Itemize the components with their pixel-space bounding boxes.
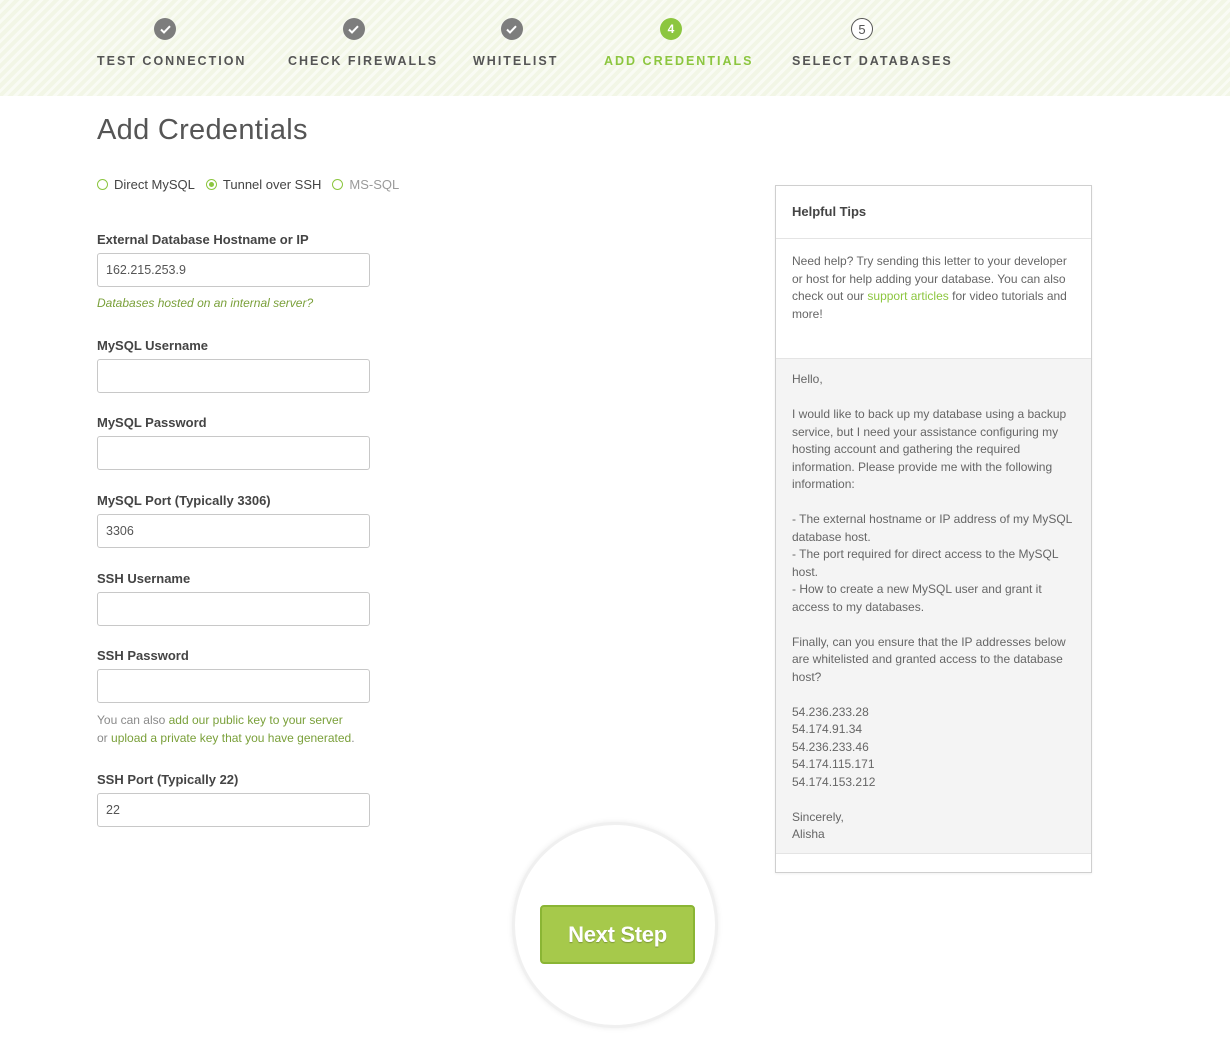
- step-number-badge: 4: [660, 18, 682, 40]
- hint-text: or: [97, 731, 108, 745]
- checkmark-icon: [342, 18, 365, 40]
- ssh-username-input[interactable]: [97, 592, 370, 626]
- connection-type-radio-group: Direct MySQL Tunnel over SSH MS-SQL: [97, 177, 410, 192]
- hint-text: .: [351, 731, 355, 745]
- mysql-username-input[interactable]: [97, 359, 370, 393]
- progress-stepper: TEST CONNECTION CHECK FIREWALLS WHITELIS…: [0, 0, 1230, 96]
- letter-signoff: Sincerely,: [792, 809, 844, 824]
- add-public-key-link[interactable]: add our public key to your server: [169, 713, 343, 727]
- ip-address-list: 54.236.233.28 54.174.91.34 54.236.233.46…: [792, 704, 1075, 792]
- mysql-password-input[interactable]: [97, 436, 370, 470]
- step-label: WHITELIST: [473, 54, 559, 68]
- ssh-key-hint: You can also add our public key to your …: [97, 711, 355, 747]
- letter-bullet: - The external hostname or IP address of…: [792, 512, 1072, 544]
- checkmark-icon: [500, 18, 523, 40]
- letter-closing-request: Finally, can you ensure that the IP addr…: [792, 634, 1066, 684]
- step-label: ADD CREDENTIALS: [604, 54, 754, 68]
- tips-intro: Need help? Try sending this letter to yo…: [776, 239, 1091, 358]
- checkmark-icon: [154, 18, 176, 40]
- hint-text: You can also: [97, 713, 166, 727]
- ip-address: 54.236.233.28: [792, 704, 869, 719]
- ssh-password-label: SSH Password: [97, 648, 189, 663]
- step-test-connection[interactable]: TEST CONNECTION: [97, 18, 247, 68]
- radio-ms-sql[interactable]: MS-SQL: [332, 177, 399, 192]
- step-label: TEST CONNECTION: [97, 54, 247, 68]
- letter-signature: Alisha: [792, 827, 825, 841]
- hostname-input[interactable]: [97, 253, 370, 287]
- radio-direct-mysql[interactable]: Direct MySQL: [97, 177, 195, 192]
- internal-server-link[interactable]: Databases hosted on an internal server?: [97, 294, 313, 312]
- ip-address: 54.174.91.34: [792, 722, 863, 736]
- radio-label: Tunnel over SSH: [222, 177, 322, 192]
- step-label: CHECK FIREWALLS: [288, 54, 439, 68]
- helpful-tips-panel: Helpful Tips Need help? Try sending this…: [775, 185, 1092, 873]
- ssh-username-label: SSH Username: [97, 571, 191, 586]
- support-articles-link[interactable]: support articles: [867, 289, 948, 303]
- step-label: SELECT DATABASES: [792, 54, 953, 68]
- letter-bullet: - The port required for direct access to…: [792, 547, 1059, 579]
- ssh-port-input[interactable]: [97, 793, 370, 827]
- mysql-port-input[interactable]: [97, 514, 370, 548]
- page-title: Add Credentials: [97, 114, 308, 146]
- ssh-password-input[interactable]: [97, 669, 370, 703]
- hostname-label: External Database Hostname or IP: [97, 232, 309, 247]
- mysql-password-label: MySQL Password: [97, 415, 207, 430]
- radio-label: Direct MySQL: [114, 177, 195, 192]
- letter-bullet: - How to create a new MySQL user and gra…: [792, 582, 1042, 614]
- mysql-username-label: MySQL Username: [97, 338, 209, 353]
- step-check-firewalls[interactable]: CHECK FIREWALLS: [288, 18, 439, 68]
- ip-address: 54.174.115.171: [792, 757, 875, 771]
- mysql-port-label: MySQL Port (Typically 3306): [97, 493, 271, 508]
- next-step-button[interactable]: Next Step: [540, 905, 695, 964]
- tips-title: Helpful Tips: [776, 186, 1091, 239]
- step-whitelist[interactable]: WHITELIST: [473, 18, 559, 68]
- upload-private-key-link[interactable]: upload a private key that you have gener…: [111, 731, 351, 745]
- radio-circle-icon[interactable]: [332, 179, 344, 190]
- ip-address: 54.174.153.212: [792, 774, 876, 789]
- developer-letter: Hello, I would like to back up my databa…: [776, 358, 1091, 854]
- step-number-badge: 5: [851, 18, 873, 40]
- radio-circle-icon[interactable]: [205, 179, 217, 190]
- letter-body: I would like to back up my database usin…: [792, 407, 1067, 491]
- ip-address: 54.236.233.46: [792, 739, 869, 754]
- step-select-databases: 5 SELECT DATABASES: [792, 18, 953, 68]
- radio-label: MS-SQL: [349, 177, 400, 192]
- radio-circle-icon[interactable]: [97, 179, 108, 190]
- ssh-port-label: SSH Port (Typically 22): [97, 772, 239, 787]
- radio-tunnel-over-ssh[interactable]: Tunnel over SSH: [205, 177, 322, 192]
- step-add-credentials: 4 ADD CREDENTIALS: [604, 18, 754, 68]
- letter-greeting: Hello,: [792, 372, 823, 386]
